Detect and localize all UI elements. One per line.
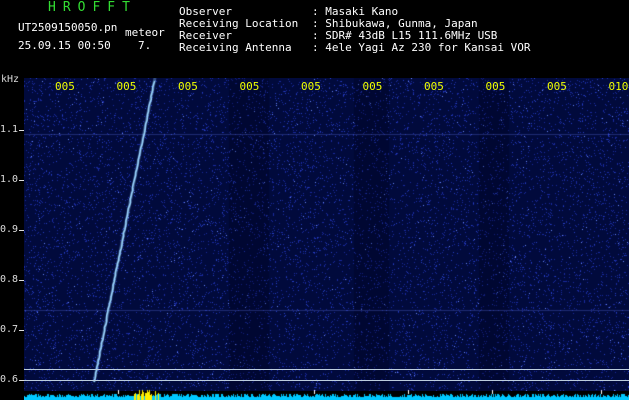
- x-tick-label: 005: [547, 80, 567, 93]
- hrofft-screen: HROFFT UT2509150050.pn meteor 25.09.15 0…: [0, 0, 629, 400]
- x-tick-label: 005: [485, 80, 506, 93]
- info-label-antenna: Receiving Antenna: [179, 41, 292, 54]
- x-tick-label: 005: [116, 80, 137, 93]
- y-tick-label: 0.9: [0, 224, 19, 235]
- y-tick-label: 0.6: [0, 374, 19, 385]
- marker-line-upper: [24, 369, 629, 370]
- y-tick-mark: [19, 330, 24, 331]
- x-tick-label: 005: [301, 80, 321, 93]
- x-tick-label: 005: [424, 80, 444, 93]
- signal-baseline: [24, 389, 629, 400]
- x-tick-label: 005: [239, 80, 260, 93]
- waterfall-spectrogram: [24, 78, 629, 391]
- detection-count: 7.: [138, 39, 152, 52]
- y-tick-label: 0.7: [0, 324, 19, 335]
- y-tick-mark: [19, 130, 24, 131]
- y-tick-label: 0.8: [0, 274, 19, 285]
- x-tick-label: 005: [362, 80, 383, 93]
- detection-tag: meteor: [125, 26, 165, 39]
- y-tick-mark: [19, 180, 24, 181]
- x-tick-label: 0100: [608, 80, 629, 93]
- x-tick-label: 005: [55, 80, 75, 93]
- waterfall-canvas: [24, 78, 629, 391]
- y-tick-mark: [19, 280, 24, 281]
- date-time: 25.09.15 00:50: [18, 39, 111, 52]
- marker-line-lower: [24, 380, 629, 381]
- info-value-antenna: : 4ele Yagi Az 230 for Kansai VOR: [312, 41, 531, 54]
- file-name: UT2509150050.pn: [18, 21, 118, 34]
- app-logo: HROFFT: [48, 0, 137, 15]
- y-tick-label: 1.0: [0, 174, 19, 185]
- y-axis-unit: kHz: [1, 74, 20, 85]
- y-tick-label: 1.1: [0, 124, 19, 135]
- y-tick-mark: [19, 230, 24, 231]
- x-tick-label: 005: [178, 80, 198, 93]
